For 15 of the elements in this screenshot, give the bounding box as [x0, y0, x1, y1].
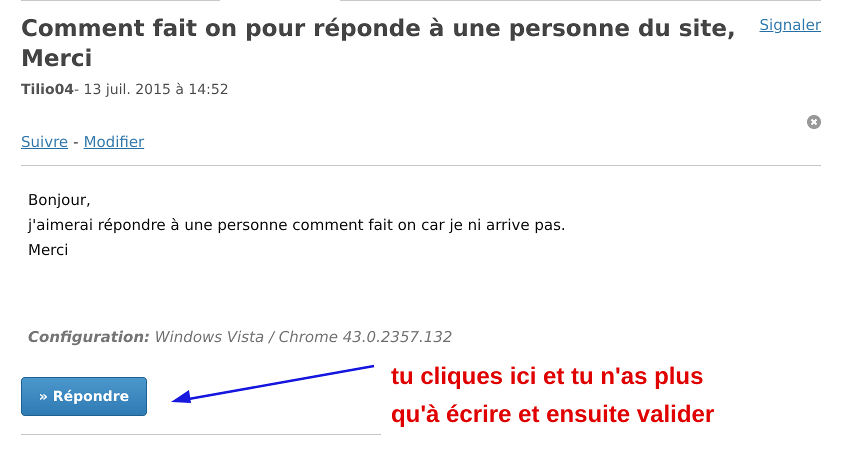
report-link[interactable]: Signaler [760, 16, 821, 34]
question-title: Comment fait on pour réponde à une personne du site, Merci [21, 15, 737, 74]
post-date: - 13 juil. 2015 à 14:52 [74, 82, 229, 98]
separator: - [73, 133, 79, 151]
action-link[interactable]: Suivre [21, 133, 68, 151]
reply-button[interactable]: » Répondre [21, 377, 147, 416]
action-link[interactable]: Modifier [84, 133, 144, 151]
configuration-text: Configuration: Windows Vista / Chrome 43.0.2357.132 [28, 328, 454, 346]
author-name: Tilio04 [21, 82, 74, 98]
annotation-text: tu cliques ici et tu n'as plus [391, 362, 704, 392]
message-line: j'aimerai répondre à une personne comment fait on car je ni arrive pas. [28, 215, 567, 236]
message-line: Merci [28, 240, 70, 261]
message-line: Bonjour, [28, 190, 92, 211]
annotation-text: qu'à écrire et ensuite valider [391, 400, 714, 430]
close-icon[interactable] [807, 115, 821, 129]
